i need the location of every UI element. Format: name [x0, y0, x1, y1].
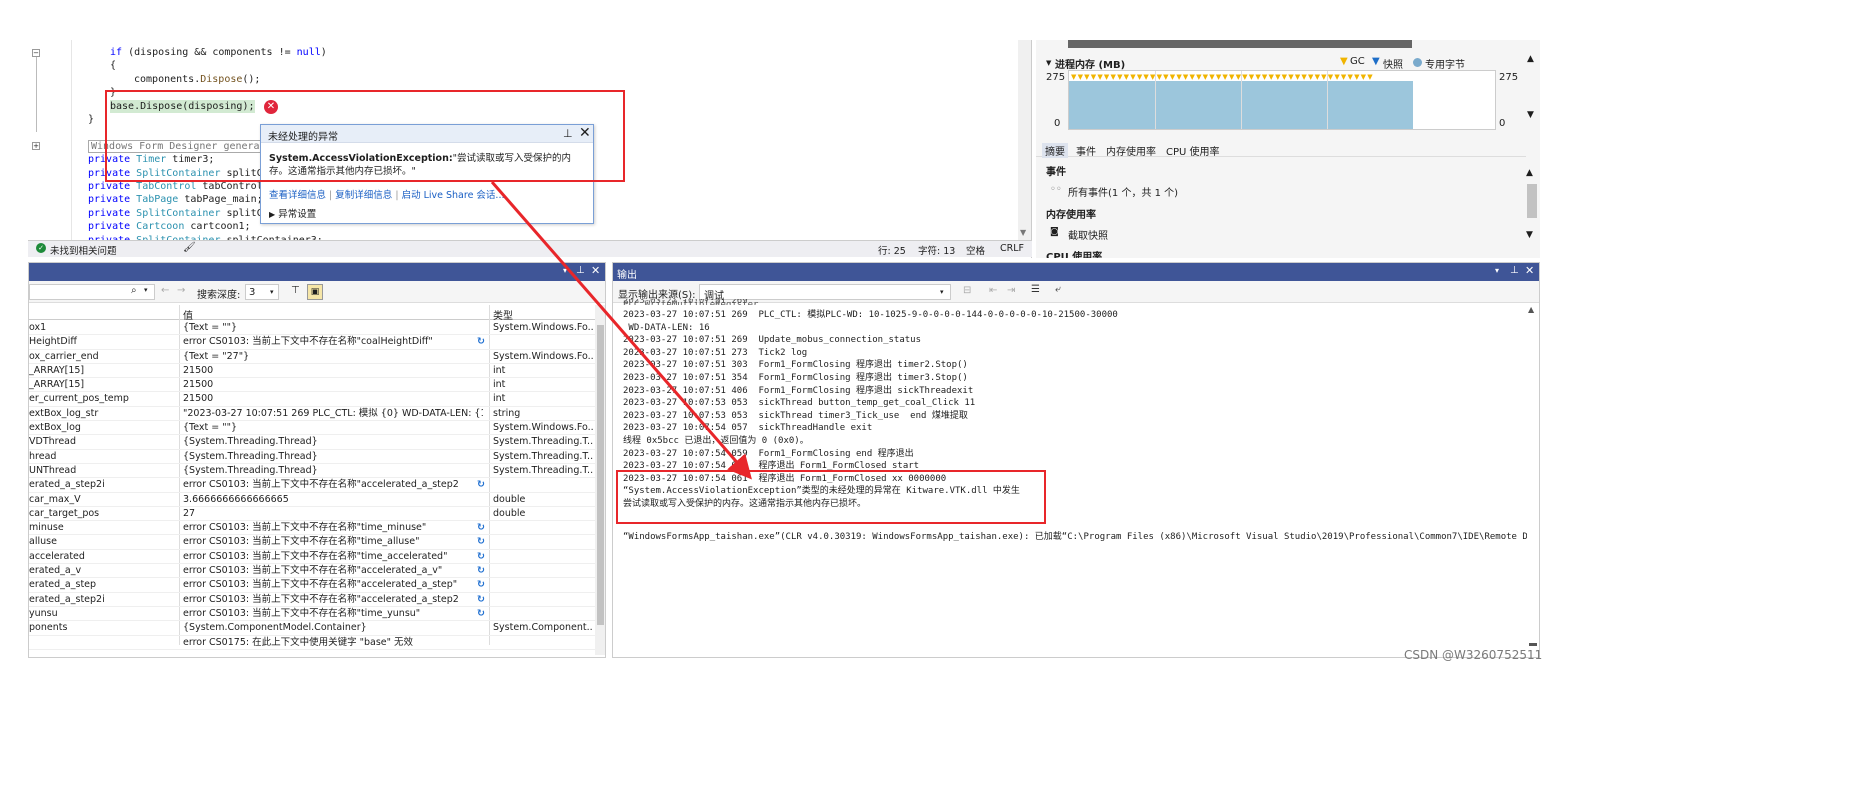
annotation-arrow	[490, 181, 752, 480]
watermark: CSDN @W3260752511	[1404, 648, 1543, 662]
